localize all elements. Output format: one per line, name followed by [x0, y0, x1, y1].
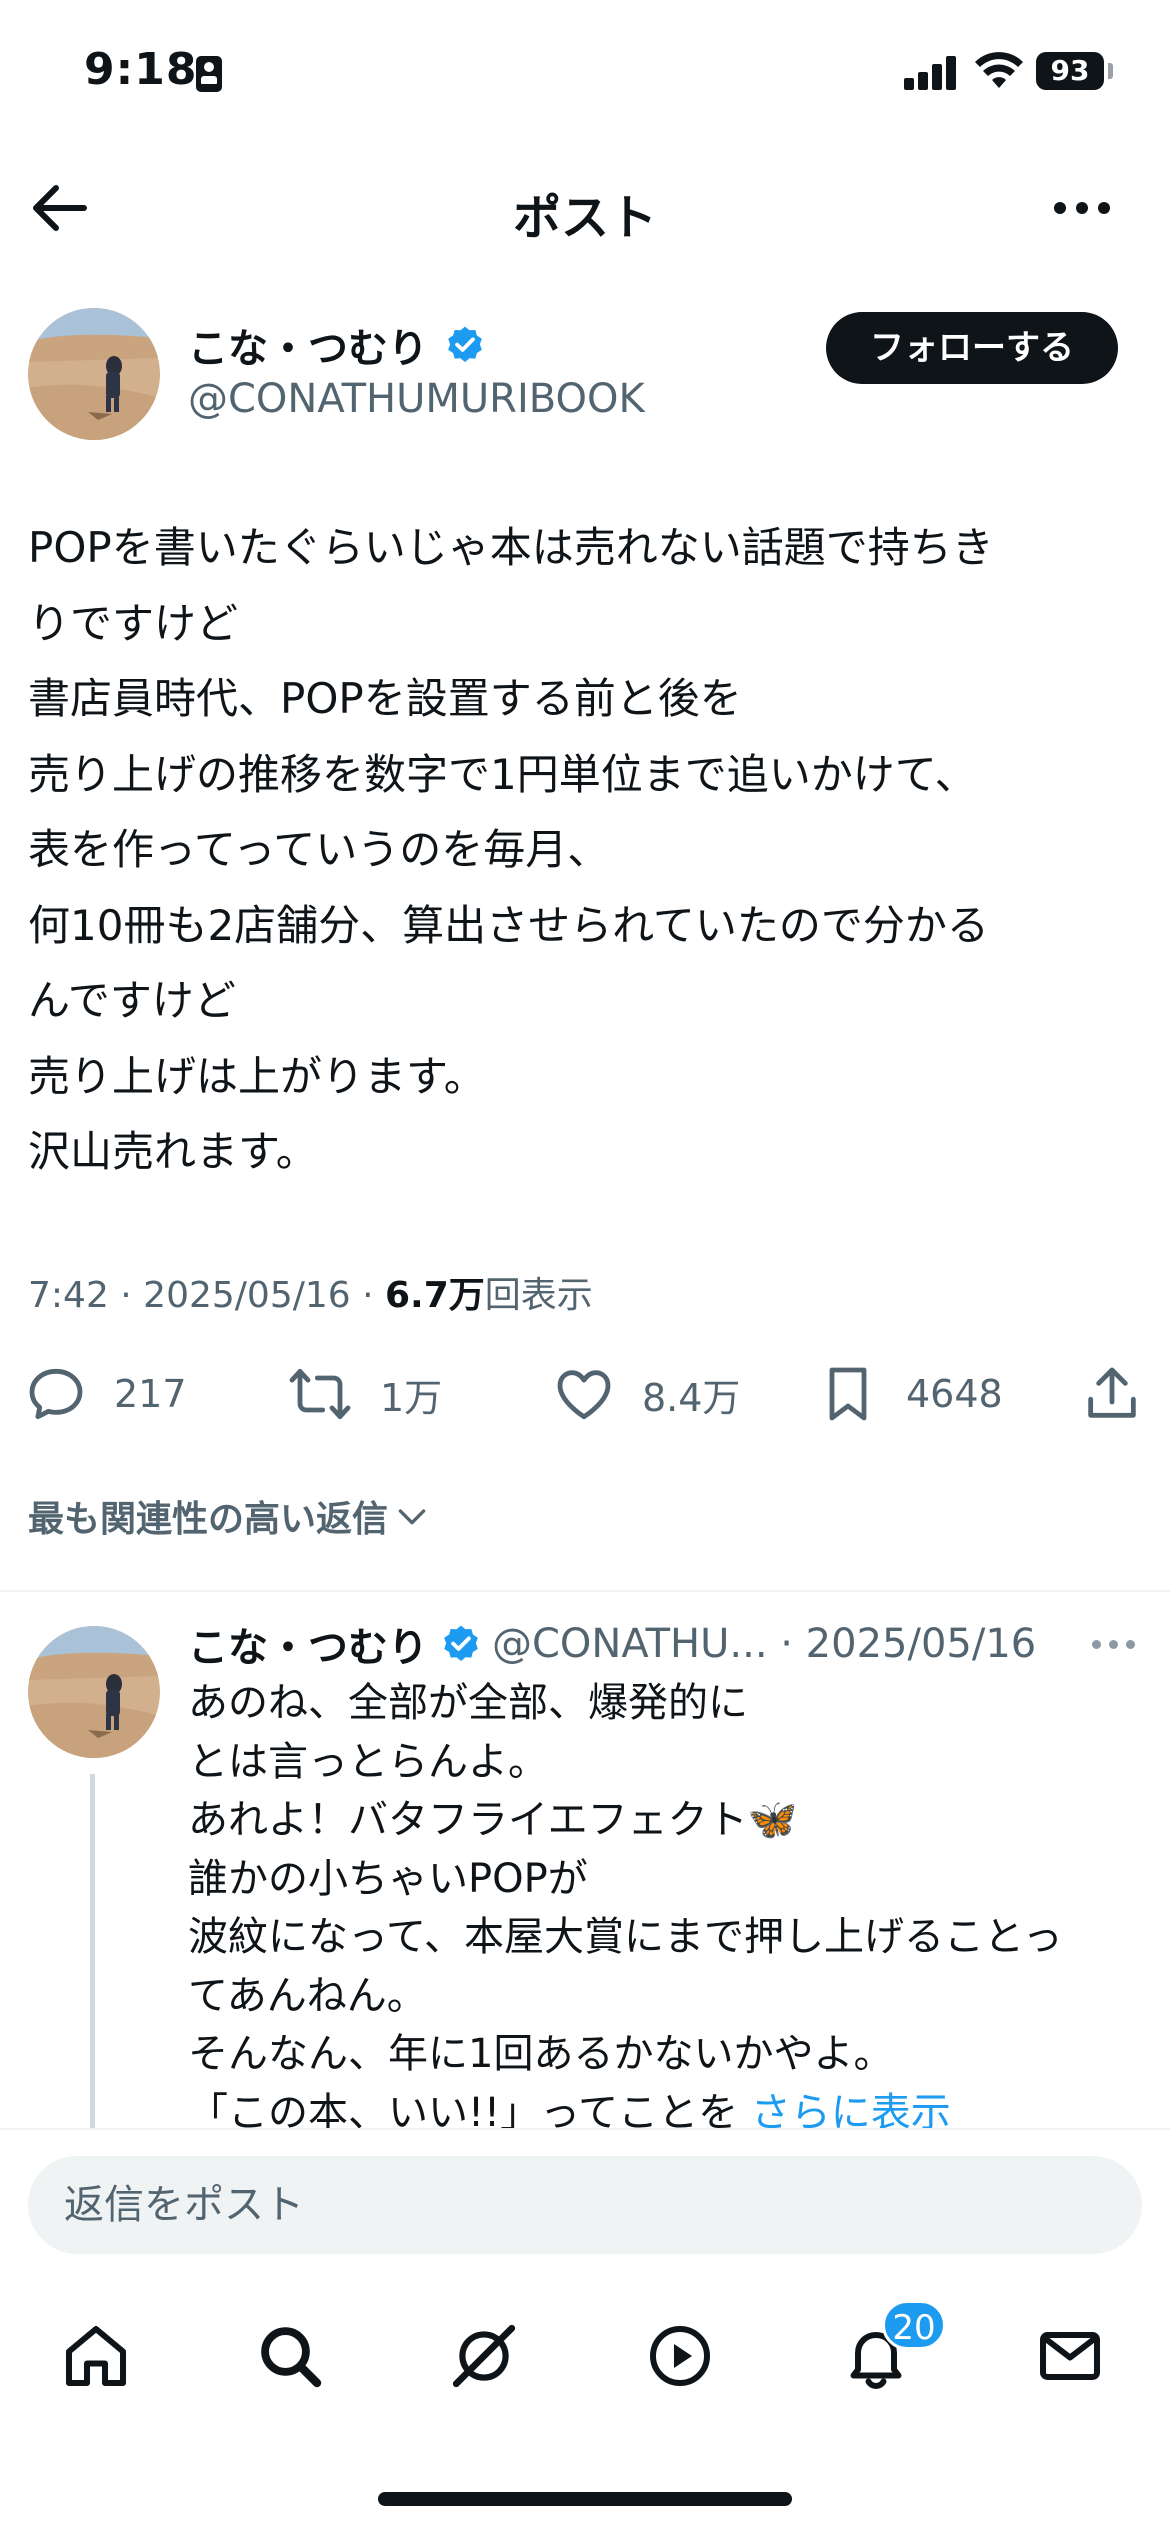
reply-compose-input[interactable] [28, 2156, 1142, 2254]
reply-icon [29, 1368, 83, 1420]
reply-author-name[interactable]: こな・つむり [188, 1615, 428, 1673]
repost-icon [289, 1368, 351, 1420]
post-view-label: 回表示 [484, 1275, 593, 1316]
more-options-button[interactable] [1046, 180, 1118, 234]
notification-badge: 20 [882, 2300, 946, 2350]
post-text-line: 何10冊も2店舗分、算出させられていたので分かる [28, 900, 989, 950]
post-text-line: POPを書いたぐらいじゃ本は売れない話題で持ちき [28, 523, 994, 572]
heart-icon [557, 1370, 611, 1420]
post-text-line: 表を作ってっていうのを毎月、 [28, 825, 610, 874]
like-action-button[interactable]: 8.4万 [552, 1356, 740, 1432]
repost-action-button[interactable]: 1万 [286, 1356, 442, 1432]
reply-text-line: あれよ！バタフライエフェクト🦋 [188, 1797, 798, 1843]
author-handle[interactable]: @CONATHUMURIBOOK [188, 376, 645, 422]
play-circle-icon [650, 2326, 710, 2386]
divider [0, 1590, 1170, 1592]
bookmark-count: 4648 [906, 1372, 1003, 1416]
tab-grok[interactable] [424, 2306, 544, 2406]
avatar[interactable] [28, 308, 160, 440]
reply-handle-date[interactable]: @CONATHU... · 2025/05/16 [492, 1621, 1036, 1667]
post-text-line: 書店員時代、POPを設置する前と後を [28, 674, 742, 723]
thread-connector-line [90, 1774, 95, 2134]
verified-badge-icon [448, 326, 482, 362]
reply-text-line: 誰かの小ちゃいPOPが [188, 1855, 588, 1902]
tab-video[interactable] [620, 2306, 740, 2406]
reply-text-line: そんなん、年に1回あるかないかやよ。 [188, 2031, 894, 2077]
share-button[interactable] [1080, 1356, 1144, 1432]
page-title: ポスト [512, 190, 657, 246]
post-text-line: 売り上げの推移を数字で1円単位まで追いかけて、 [28, 749, 977, 799]
avatar-image [28, 308, 160, 440]
cellular-signal-icon [904, 56, 958, 90]
post-text-line: りですけど [28, 598, 239, 648]
post-metadata: 7:42 · 2025/05/16 · 6.7万回表示 [28, 1266, 593, 1318]
post-text-line: 沢山売れます。 [28, 1127, 318, 1176]
post-text-line: 売り上げは上がります。 [28, 1051, 486, 1101]
verified-badge-icon [444, 1625, 478, 1661]
share-icon [1088, 1367, 1136, 1418]
post-text-line: んですけど [28, 976, 236, 1025]
home-icon [66, 2326, 126, 2386]
author-name[interactable]: こな・つむり [188, 316, 428, 374]
battery-indicator: 93 [1036, 52, 1104, 90]
tab-home[interactable] [36, 2306, 156, 2406]
post-timestamp[interactable]: 7:42 · 2025/05/16 · [28, 1275, 385, 1316]
post-text: POPを書いたぐらいじゃ本は売れない話題で持ちき りですけど 書店員時代、POP… [28, 510, 1148, 1190]
reply-header: こな・つむり @CONATHU... · 2025/05/16 [188, 1614, 1036, 1674]
reply-text-line: てあんねん。 [188, 1972, 427, 2019]
reply-action-button[interactable]: 217 [24, 1356, 187, 1432]
bookmark-action-button[interactable]: 4648 [816, 1356, 1003, 1432]
reply-text-line: あのね、全部が全部、爆発的に [188, 1680, 748, 1726]
post-view-count[interactable]: 6.7万 [385, 1275, 485, 1316]
chevron-down-icon [398, 1509, 426, 1525]
tab-messages[interactable] [1010, 2306, 1130, 2406]
tab-search[interactable] [230, 2306, 350, 2406]
repost-count: 1万 [380, 1375, 443, 1420]
status-bar: 9:18 93 [0, 0, 1170, 150]
replies-sort-label: 最も関連性の高い返信 [28, 1499, 389, 1540]
wifi-icon [975, 52, 1023, 88]
bottom-area: 20 [0, 2128, 1170, 2532]
reply-avatar[interactable] [28, 1626, 160, 1758]
search-icon [261, 2327, 322, 2388]
nav-bar: ポスト [0, 150, 1170, 264]
reply-text-line: とは言っとらんよ。 [188, 1738, 548, 1785]
like-count: 8.4万 [642, 1375, 741, 1420]
status-time: 9:18 [84, 44, 198, 95]
reply-text-line: 波紋になって、本屋大賞にまで押し上げることっ [188, 1914, 1063, 1960]
bookmark-icon [829, 1367, 867, 1421]
follow-button[interactable]: フォローする [826, 312, 1118, 384]
home-indicator [378, 2492, 792, 2506]
id-card-icon [196, 56, 222, 92]
replies-sort-dropdown[interactable]: 最も関連性の高い返信 [28, 1490, 432, 1542]
grok-icon [452, 2324, 516, 2388]
reply-count: 217 [114, 1372, 187, 1416]
reply-more-options-button[interactable] [1092, 1640, 1136, 1652]
battery-tip [1108, 63, 1113, 79]
avatar-image [28, 1626, 160, 1758]
reply-text: あのね、全部が全部、爆発的に とは言っとらんよ。 あれよ！バタフライエフェクト🦋… [188, 1674, 1148, 2142]
mail-icon [1040, 2332, 1100, 2380]
